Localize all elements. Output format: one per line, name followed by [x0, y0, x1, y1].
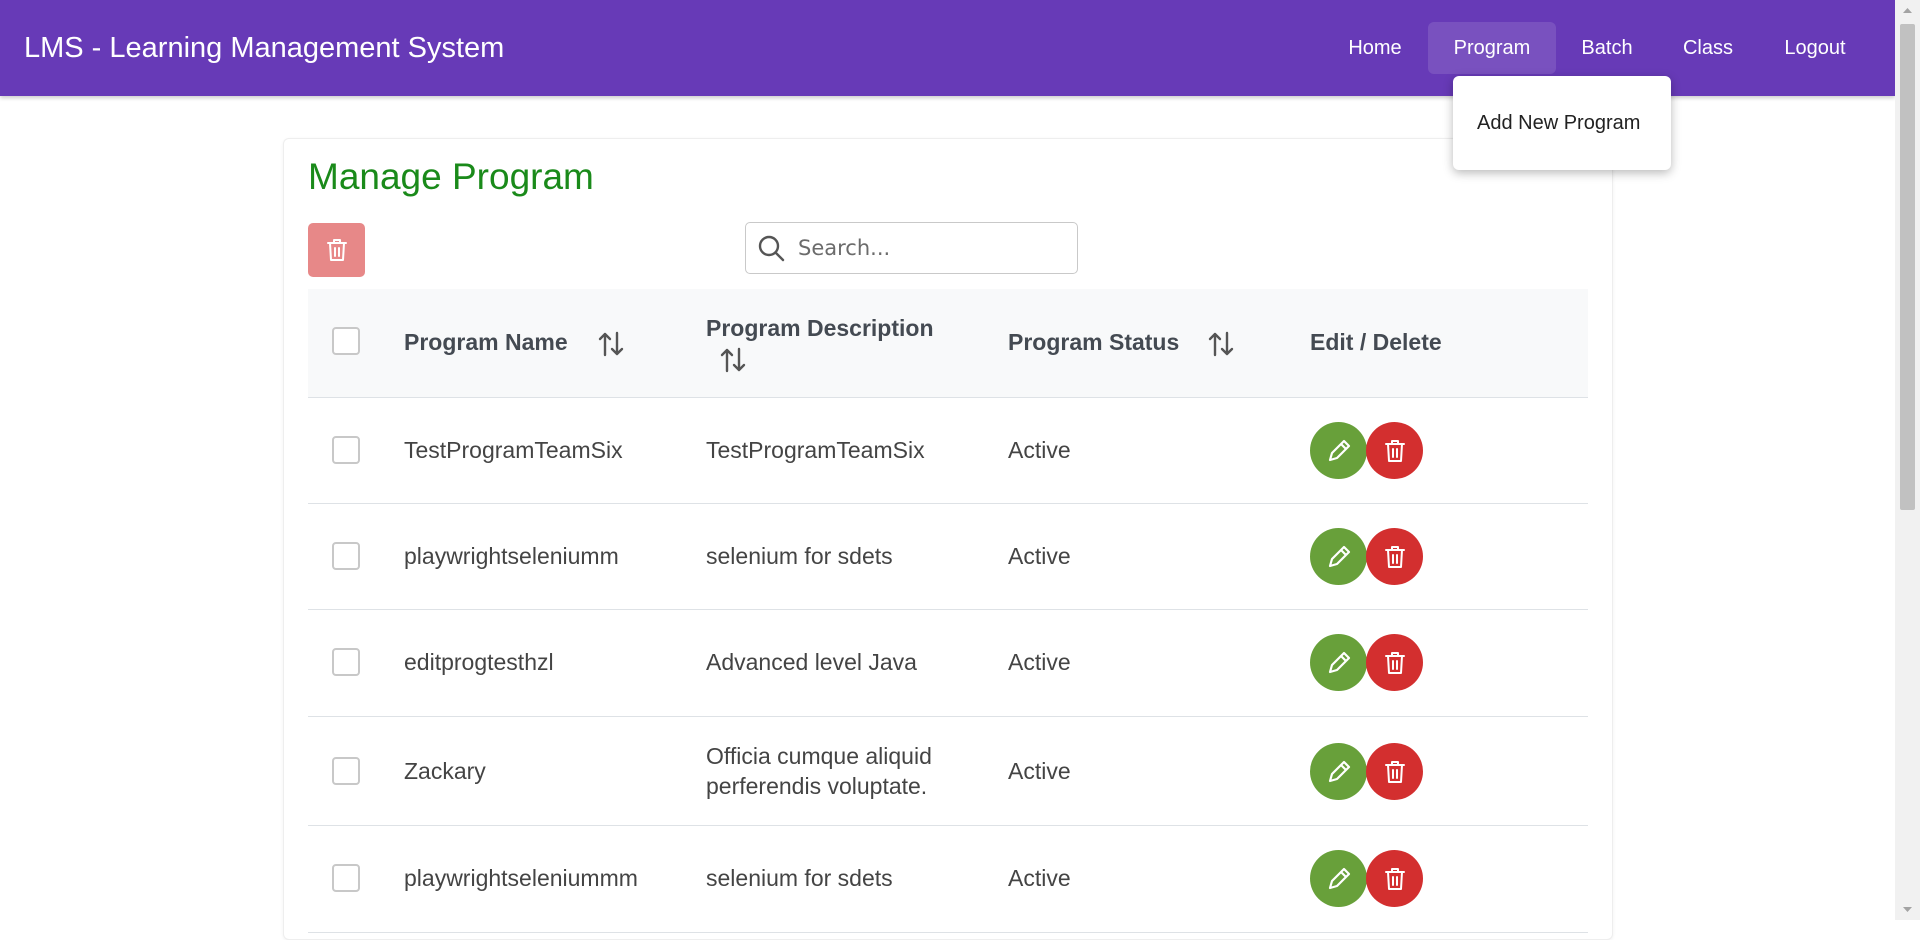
table-row: playwrightseleniummm selenium for sdets … — [308, 826, 1588, 933]
program-status-cell: Active — [1008, 758, 1071, 784]
program-status-cell: Active — [1008, 543, 1071, 569]
sort-program-description-icon[interactable] — [718, 345, 748, 375]
select-all-checkbox[interactable] — [332, 327, 360, 355]
program-name-cell: playwrightseleniummm — [404, 865, 638, 891]
search-field[interactable] — [745, 222, 1078, 274]
scroll-down-arrow-icon[interactable] — [1895, 900, 1920, 920]
bulk-delete-button[interactable] — [308, 223, 365, 277]
nav-home[interactable]: Home — [1328, 22, 1422, 74]
header-program-status: Program Status — [1008, 329, 1180, 355]
pencil-icon — [1328, 867, 1350, 889]
delete-button[interactable] — [1366, 528, 1423, 585]
sort-program-name-icon[interactable] — [596, 329, 626, 359]
delete-button[interactable] — [1366, 634, 1423, 691]
pencil-icon — [1328, 651, 1350, 673]
delete-button[interactable] — [1366, 850, 1423, 907]
trash-icon — [1384, 545, 1405, 568]
program-description-cell: selenium for sdets — [706, 865, 893, 891]
nav-program[interactable]: Program — [1428, 22, 1556, 74]
add-new-program-item[interactable]: Add New Program — [1453, 98, 1671, 148]
app-title: LMS - Learning Management System — [24, 32, 505, 64]
page-title: Manage Program — [308, 156, 594, 197]
program-status-cell: Active — [1008, 649, 1071, 675]
table-header-row: Program Name Program Description Program… — [308, 289, 1588, 398]
pencil-icon — [1328, 439, 1350, 461]
edit-button[interactable] — [1310, 850, 1367, 907]
sort-program-status-icon[interactable] — [1206, 329, 1236, 359]
nav-batch[interactable]: Batch — [1566, 22, 1648, 74]
row-checkbox[interactable] — [332, 864, 360, 892]
header-edit-delete: Edit / Delete — [1310, 329, 1442, 355]
program-description-line-2: perferendis voluptate. — [706, 773, 928, 799]
program-description-cell: Advanced level Java — [706, 649, 917, 675]
vertical-scrollbar[interactable] — [1895, 0, 1920, 920]
pencil-icon — [1328, 545, 1350, 567]
edit-button[interactable] — [1310, 743, 1367, 800]
program-name-cell: playwrightseleniumm — [404, 543, 619, 569]
search-input[interactable] — [796, 235, 1070, 261]
program-name-cell: TestProgramTeamSix — [404, 437, 623, 463]
row-checkbox[interactable] — [332, 757, 360, 785]
trash-icon — [326, 239, 347, 261]
row-checkbox[interactable] — [332, 542, 360, 570]
trash-icon — [1384, 439, 1405, 462]
program-name-cell: Zackary — [404, 758, 486, 784]
program-description-cell: TestProgramTeamSix — [706, 437, 925, 463]
delete-button[interactable] — [1366, 422, 1423, 479]
edit-button[interactable] — [1310, 634, 1367, 691]
manage-program-card: Manage Program Program Name Program Desc… — [283, 138, 1613, 940]
edit-button[interactable] — [1310, 528, 1367, 585]
table-row: Zackary Officia cumque aliquid perferend… — [308, 717, 1588, 826]
program-dropdown-menu: Add New Program — [1453, 76, 1671, 170]
pencil-icon — [1328, 760, 1350, 782]
table-row: TestProgramTeamSix TestProgramTeamSix Ac… — [308, 398, 1588, 504]
trash-icon — [1384, 867, 1405, 890]
program-status-cell: Active — [1008, 865, 1071, 891]
scroll-up-arrow-icon[interactable] — [1895, 0, 1920, 20]
row-checkbox[interactable] — [332, 648, 360, 676]
edit-button[interactable] — [1310, 422, 1367, 479]
header-program-description: Program Description — [706, 315, 934, 341]
program-description-cell: selenium for sdets — [706, 543, 893, 569]
nav-logout[interactable]: Logout — [1770, 22, 1860, 74]
program-name-cell: editprogtesthzl — [404, 649, 554, 675]
header-program-name: Program Name — [404, 329, 568, 355]
trash-icon — [1384, 760, 1405, 783]
row-checkbox[interactable] — [332, 436, 360, 464]
scrollbar-thumb[interactable] — [1900, 24, 1915, 510]
table-row: playwrightseleniumm selenium for sdets A… — [308, 504, 1588, 610]
delete-button[interactable] — [1366, 743, 1423, 800]
trash-icon — [1384, 651, 1405, 674]
program-status-cell: Active — [1008, 437, 1071, 463]
table-row: editprogtesthzl Advanced level Java Acti… — [308, 610, 1588, 717]
nav-class[interactable]: Class — [1668, 22, 1748, 74]
search-icon — [756, 233, 786, 263]
program-description-line-1: Officia cumque aliquid — [706, 743, 932, 769]
program-table: Program Name Program Description Program… — [308, 289, 1588, 933]
